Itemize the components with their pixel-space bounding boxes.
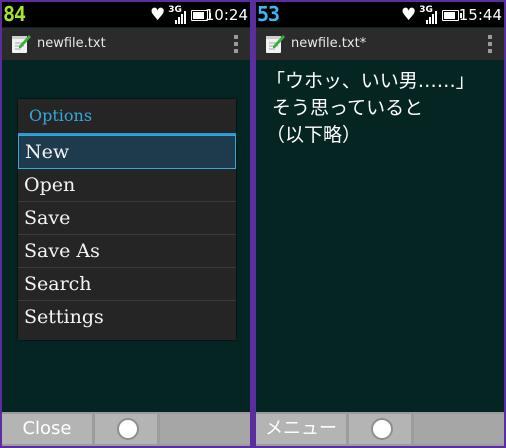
title-bar: newfile.txt* bbox=[256, 28, 504, 60]
close-button[interactable]: Close bbox=[2, 414, 92, 444]
status-icons: ♥ 3G bbox=[150, 4, 212, 25]
battery-icon bbox=[442, 9, 463, 21]
softkey-bar: Close bbox=[2, 412, 250, 446]
center-softkey[interactable] bbox=[349, 414, 411, 444]
signal-icon: 3G bbox=[419, 5, 439, 24]
right-softkey[interactable] bbox=[160, 414, 250, 444]
phone-screen-right: 53 ♥ 3G 15:44 newfile.txt* 「ウホッ、いい男……」 そ… bbox=[256, 2, 504, 446]
status-icons: ♥ 3G bbox=[401, 4, 463, 25]
phone-screen-left: 84 ♥ 3G 10:24 newfile.txt Options New Op… bbox=[2, 2, 250, 446]
menu-item-settings[interactable]: Settings bbox=[18, 301, 236, 334]
heart-icon: ♥ bbox=[401, 4, 417, 25]
clock: 10:24 bbox=[204, 6, 248, 24]
file-title: newfile.txt* bbox=[291, 36, 367, 51]
menu-item-new[interactable]: New bbox=[18, 135, 236, 169]
file-title: newfile.txt bbox=[37, 36, 106, 51]
menu-item-search[interactable]: Search bbox=[18, 268, 236, 301]
status-bar: 53 ♥ 3G 15:44 bbox=[256, 2, 504, 27]
overflow-icon[interactable] bbox=[234, 35, 238, 53]
menu-item-save-as[interactable]: Save As bbox=[18, 235, 236, 268]
menu-button[interactable]: メニュー bbox=[256, 414, 346, 444]
editor-text-area[interactable]: 「ウホッ、いい男……」 そう思っていると （以下略） bbox=[266, 68, 498, 149]
right-softkey[interactable] bbox=[414, 414, 504, 444]
editor-line: 「ウホッ、いい男……」 bbox=[266, 70, 475, 92]
title-bar: newfile.txt bbox=[2, 28, 250, 60]
center-softkey[interactable] bbox=[95, 414, 157, 444]
status-badge: 84 bbox=[3, 2, 26, 26]
circle-icon bbox=[371, 418, 393, 440]
clock: 15:44 bbox=[458, 6, 502, 24]
softkey-bar: メニュー bbox=[256, 412, 504, 446]
menu-item-open[interactable]: Open bbox=[18, 169, 236, 202]
signal-icon: 3G bbox=[168, 5, 188, 24]
circle-icon bbox=[117, 418, 139, 440]
status-bar: 84 ♥ 3G 10:24 bbox=[2, 2, 250, 27]
menu-title: Options bbox=[18, 99, 236, 135]
editor-line: （以下略） bbox=[266, 124, 362, 146]
editor-line: そう思っていると bbox=[266, 97, 424, 119]
notepad-icon bbox=[12, 35, 31, 53]
heart-icon: ♥ bbox=[150, 4, 166, 25]
notepad-icon bbox=[266, 35, 285, 53]
status-badge: 53 bbox=[257, 2, 280, 26]
options-menu: Options New Open Save Save As Search Set… bbox=[18, 99, 236, 340]
overflow-icon[interactable] bbox=[488, 35, 492, 53]
menu-item-save[interactable]: Save bbox=[18, 202, 236, 235]
